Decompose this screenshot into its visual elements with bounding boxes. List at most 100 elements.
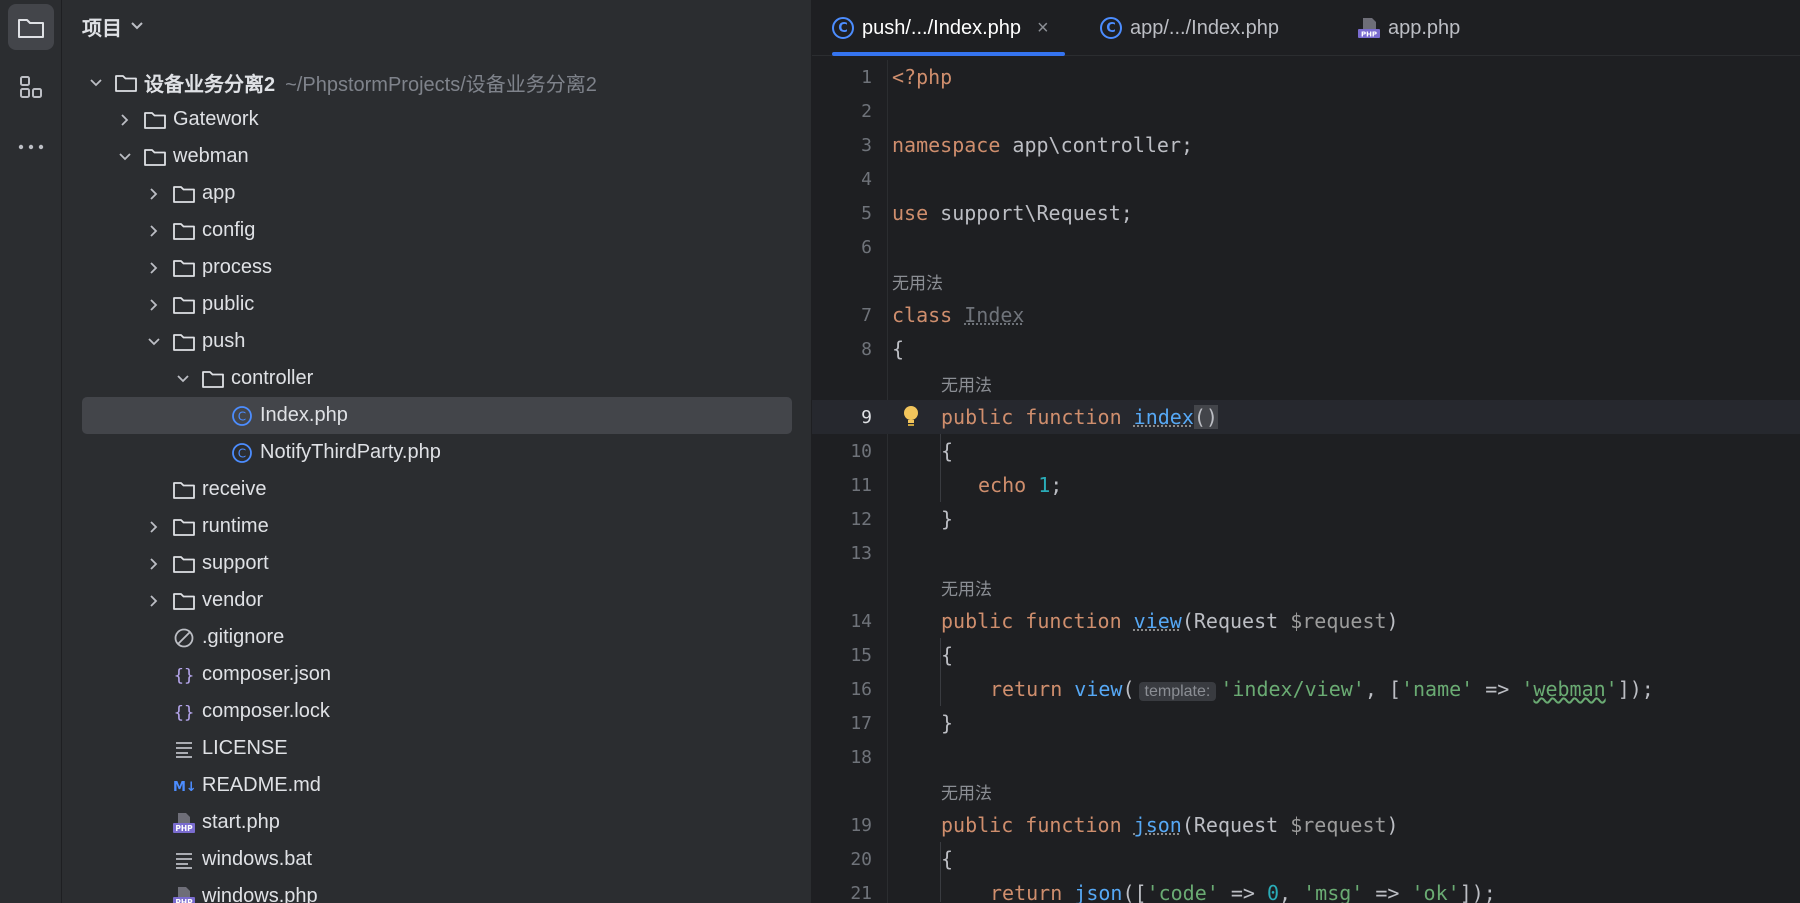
project-tool-button[interactable] <box>8 4 54 50</box>
chevron-right-icon[interactable] <box>144 591 164 611</box>
tree-item[interactable]: receive <box>62 471 811 508</box>
folder-icon <box>114 72 138 94</box>
svg-text:{}: {} <box>174 666 194 686</box>
tree-item-label: public <box>202 293 255 315</box>
code-line-current[interactable]: 9 public function index() <box>812 400 1800 434</box>
chevron-down-icon[interactable] <box>144 332 164 352</box>
code-line[interactable]: 19 public function json(Request $request) <box>812 808 1800 842</box>
folder-icon <box>201 368 225 390</box>
tree-item[interactable]: process <box>62 249 811 286</box>
line-number: 2 <box>861 100 872 122</box>
tree-item[interactable]: .gitignore <box>62 619 811 656</box>
chevron-right-icon[interactable] <box>144 554 164 574</box>
structure-tool-button[interactable] <box>8 64 54 110</box>
code-line[interactable]: 4 <box>812 162 1800 196</box>
tree-item[interactable]: PHP windows.php <box>62 878 811 903</box>
chevron-down-icon[interactable] <box>115 147 135 167</box>
tree-item-label: composer.lock <box>202 700 330 722</box>
chevron-down-icon <box>131 22 143 30</box>
tree-item[interactable]: runtime <box>62 508 811 545</box>
svg-text:M↓: M↓ <box>173 780 196 795</box>
code-line[interactable]: 21 return json(['code' => 0, 'msg' => 'ok… <box>812 876 1800 903</box>
code-line[interactable]: 13 <box>812 536 1800 570</box>
tree-item[interactable]: controller <box>62 360 811 397</box>
project-tree: 设备业务分离2 ~/PhpstormProjects/设备业务分离2 Gatewor… <box>62 64 811 903</box>
chevron-down-icon[interactable] <box>86 73 106 93</box>
chevron-right-icon[interactable] <box>144 295 164 315</box>
usage-hint[interactable]: 无用法 <box>812 570 1800 604</box>
tab-app-php[interactable]: PHP app.php <box>1356 0 1460 56</box>
code-line[interactable]: 15{ <box>812 638 1800 672</box>
code-line[interactable]: 14 public function view(Request $request) <box>812 604 1800 638</box>
line-number: 19 <box>850 814 872 836</box>
project-path: ~/PhpstormProjects/设备业务分离2 <box>285 74 597 96</box>
ignore-file-icon <box>172 627 196 649</box>
line-number: 17 <box>850 712 872 734</box>
folder-icon <box>172 183 196 205</box>
code-line[interactable]: 2 <box>812 94 1800 128</box>
svg-text:C: C <box>238 409 246 423</box>
chevron-down-icon[interactable] <box>173 369 193 389</box>
project-panel-header[interactable]: 项目 <box>82 12 144 40</box>
tree-item[interactable]: 设备业务分离2 ~/PhpstormProjects/设备业务分离2 <box>62 64 811 101</box>
line-number: 15 <box>850 644 872 666</box>
chevron-right-icon[interactable] <box>144 184 164 204</box>
code-line[interactable]: 10{ <box>812 434 1800 468</box>
tree-item[interactable]: push <box>62 323 811 360</box>
more-tools-button[interactable] <box>8 124 54 170</box>
chevron-right-icon[interactable] <box>144 221 164 241</box>
line-number: 7 <box>861 304 872 326</box>
tree-item[interactable]: config <box>62 212 811 249</box>
code-line[interactable]: 11 echo 1; <box>812 468 1800 502</box>
tree-item[interactable]: webman <box>62 138 811 175</box>
tree-item[interactable]: public <box>62 286 811 323</box>
tree-item-label: NotifyThirdParty.php <box>260 441 441 463</box>
folder-icon <box>172 553 196 575</box>
code-line[interactable]: 8{ <box>812 332 1800 366</box>
tab-label: app.php <box>1388 16 1461 39</box>
tree-item[interactable]: vendor <box>62 582 811 619</box>
svg-text:PHP: PHP <box>175 898 193 903</box>
line-number: 20 <box>850 848 872 870</box>
tree-item[interactable]: C Index.php <box>82 397 792 434</box>
tree-item[interactable]: LICENSE <box>62 730 811 767</box>
tab-push-index[interactable]: C push/.../Index.php × <box>832 0 1065 56</box>
code-line[interactable]: 20{ <box>812 842 1800 876</box>
line-number: 5 <box>861 202 872 224</box>
tree-item[interactable]: C NotifyThirdParty.php <box>62 434 811 471</box>
structure-icon <box>20 76 42 98</box>
json-file-icon: {} <box>172 664 196 686</box>
tree-item[interactable]: Gatework <box>62 101 811 138</box>
tree-item-label: config <box>202 219 256 241</box>
code-line[interactable]: 5 use support\Request; <box>812 196 1800 230</box>
code-line[interactable]: 3 namespace app\controller; <box>812 128 1800 162</box>
editor-tabs: C push/.../Index.php × C app/.../Index.p… <box>812 0 1800 56</box>
tree-item[interactable]: support <box>62 545 811 582</box>
tree-item[interactable]: app <box>62 175 811 212</box>
chevron-right-icon[interactable] <box>144 517 164 537</box>
usage-hint[interactable]: 无用法 <box>812 366 1800 400</box>
close-icon[interactable]: × <box>1037 17 1049 40</box>
tree-item[interactable]: {} composer.lock <box>62 693 811 730</box>
usage-hint[interactable]: 无用法 <box>812 264 1800 298</box>
code-line[interactable]: 7 class Index <box>812 298 1800 332</box>
json-file-icon: {} <box>172 701 196 723</box>
lightbulb-icon[interactable] <box>902 405 920 429</box>
usage-hint[interactable]: 无用法 <box>812 774 1800 808</box>
tab-app-index[interactable]: C app/.../Index.php <box>1100 0 1279 56</box>
code-line[interactable]: 18 <box>812 740 1800 774</box>
chevron-right-icon[interactable] <box>115 110 135 130</box>
tree-item[interactable]: M↓ README.md <box>62 767 811 804</box>
tree-item-label: runtime <box>202 515 269 537</box>
folder-icon <box>143 146 167 168</box>
tree-item[interactable]: windows.bat <box>62 841 811 878</box>
tree-item[interactable]: PHP start.php <box>62 804 811 841</box>
code-line[interactable]: 12} <box>812 502 1800 536</box>
code-line[interactable]: 17} <box>812 706 1800 740</box>
code-line[interactable]: 16 return view(template:'index/view', ['n… <box>812 672 1800 706</box>
code-line[interactable]: 1 <?php <box>812 60 1800 94</box>
chevron-right-icon[interactable] <box>144 258 164 278</box>
code-line[interactable]: 6 <box>812 230 1800 264</box>
tree-item[interactable]: {} composer.json <box>62 656 811 693</box>
